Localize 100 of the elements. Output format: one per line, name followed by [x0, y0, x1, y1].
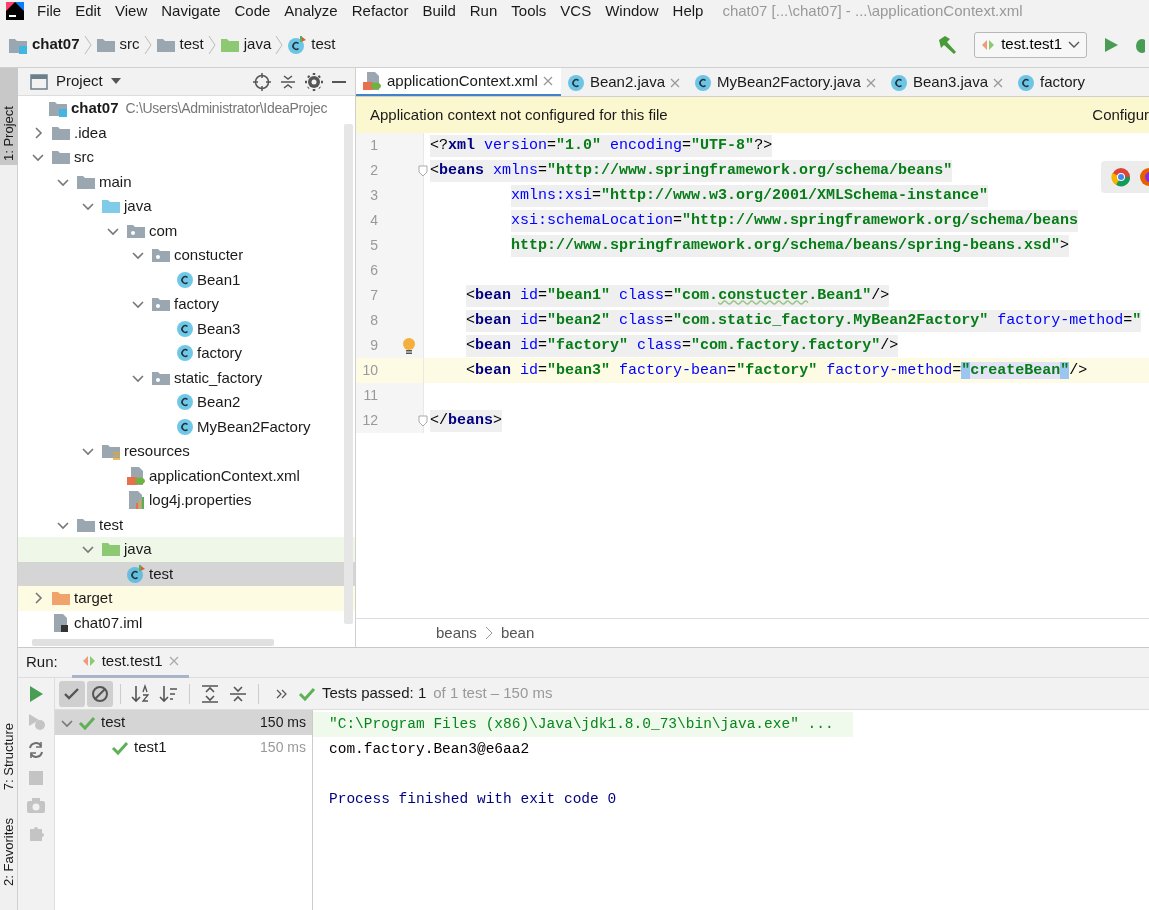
xml-file-icon	[126, 465, 146, 486]
fold-marker-icon[interactable]	[418, 164, 428, 177]
menu-item[interactable]: Code	[227, 0, 278, 22]
tree-item-label[interactable]: target	[74, 587, 113, 610]
close-icon[interactable]	[993, 77, 1003, 88]
panel-icon	[30, 73, 48, 90]
close-icon[interactable]	[670, 77, 680, 88]
tree-item-label[interactable]: static_factory	[174, 366, 263, 389]
tree-item-label[interactable]: applicationContext.xml	[149, 464, 300, 487]
browser-icon[interactable]	[1139, 167, 1149, 187]
panel-title[interactable]: Project	[56, 70, 103, 93]
tree-item-label[interactable]: java	[124, 538, 152, 561]
breadcrumb-item[interactable]: java	[219, 33, 272, 56]
menu-item[interactable]: Help	[665, 0, 711, 22]
editor-tab[interactable]: applicationContext.xml	[356, 68, 561, 96]
tree-item-label[interactable]: Bean1	[197, 268, 241, 291]
locate-target-icon[interactable]	[253, 72, 271, 91]
menu-item[interactable]: Build	[415, 0, 463, 22]
refresh-icon[interactable]	[26, 740, 46, 760]
class-icon	[176, 417, 194, 436]
chevron-right-icon[interactable]	[32, 126, 44, 139]
editor-tab[interactable]: factory	[1011, 68, 1093, 96]
menu-item[interactable]: VCS	[553, 0, 599, 22]
build-hammer-icon[interactable]	[936, 33, 959, 56]
settings-icon[interactable]	[305, 72, 323, 91]
chevron-right-icon[interactable]	[32, 592, 44, 605]
caret-icon[interactable]	[110, 77, 121, 86]
chevron-down-icon[interactable]	[82, 445, 94, 458]
breadcrumb-item[interactable]: chat07	[8, 33, 80, 56]
breadcrumb-item[interactable]: bean	[500, 621, 535, 645]
tree-item-label[interactable]: java	[124, 195, 152, 218]
tree-item-label[interactable]: Bean2	[197, 391, 241, 414]
tree-item-label[interactable]: factory	[174, 293, 219, 316]
class-icon	[889, 73, 908, 92]
tree-item-label[interactable]: log4j.properties	[149, 489, 252, 512]
resources-folder-icon	[101, 442, 121, 461]
run-icon[interactable]	[1103, 36, 1119, 53]
test-class-icon	[287, 34, 308, 55]
scrollbar[interactable]	[32, 639, 274, 646]
line-number: 10	[361, 361, 378, 380]
editor-tab[interactable]: Bean2.java	[560, 68, 688, 96]
run-configuration-dropdown[interactable]: test.test1	[974, 31, 1087, 58]
fold-marker-icon[interactable]	[418, 414, 428, 427]
run-tab[interactable]: test.test1	[71, 647, 189, 678]
chevron-down-icon[interactable]	[32, 151, 44, 164]
tool-window-tab[interactable]: 7: Structure	[0, 718, 18, 795]
tree-item-label[interactable]: .idea	[74, 121, 107, 144]
chevron-down-icon[interactable]	[82, 200, 94, 213]
more-chevrons-icon[interactable]	[276, 688, 288, 699]
ban-icon	[90, 683, 110, 704]
class-icon	[176, 344, 194, 363]
collapse-all-icon[interactable]	[279, 72, 297, 91]
class-icon	[1017, 73, 1035, 92]
lightbulb-icon[interactable]	[402, 336, 416, 355]
test-duration: 150 ms	[260, 713, 306, 732]
editor-tab[interactable]: MyBean2Factory.java	[688, 68, 884, 96]
breadcrumb-item[interactable]: src	[95, 33, 140, 56]
menu-item[interactable]: Run	[462, 0, 505, 22]
tree-item-label[interactable]: main	[99, 170, 132, 193]
menu-item[interactable]: File	[30, 0, 69, 22]
toolbar-button[interactable]	[59, 680, 85, 707]
breadcrumb-item[interactable]: test	[155, 33, 204, 56]
tool-window-tab[interactable]: 2: Favorites	[0, 814, 18, 890]
tree-item-label[interactable]: MyBean2Factory	[197, 415, 311, 438]
browser-icon[interactable]	[1111, 167, 1131, 187]
tree-item-label[interactable]: test	[99, 513, 124, 536]
separator-chevron-icon	[143, 34, 152, 55]
scrollbar[interactable]	[344, 124, 353, 624]
tree-item-label[interactable]: test	[149, 562, 174, 585]
menu-item[interactable]: Window	[598, 0, 666, 22]
tree-item-label[interactable]: Bean3	[197, 317, 241, 340]
chevron-down-icon[interactable]	[132, 298, 144, 311]
test-duration: 150 ms	[260, 738, 306, 757]
tree-item-label[interactable]: chat07	[71, 97, 119, 120]
breadcrumb-item[interactable]: beans	[436, 621, 477, 645]
menu-item[interactable]: Refactor	[344, 0, 416, 22]
tree-item-label[interactable]: chat07.iml	[74, 611, 143, 634]
close-icon[interactable]	[865, 77, 876, 88]
tool-window-tab[interactable]: 1: Project	[0, 68, 18, 165]
toolbar-button[interactable]	[87, 680, 113, 707]
class-icon	[176, 319, 194, 338]
tree-item-label[interactable]: com	[149, 219, 178, 242]
menu-item[interactable]: View	[108, 0, 155, 22]
tree-item-label[interactable]: src	[74, 146, 94, 169]
test-name[interactable]: test1	[134, 736, 167, 759]
menu-item[interactable]: Analyze	[277, 0, 345, 22]
tree-item-label[interactable]: factory	[197, 342, 242, 365]
menu-item[interactable]: Navigate	[154, 0, 228, 22]
close-icon[interactable]	[542, 76, 553, 86]
configure-link[interactable]: Configur	[1092, 103, 1149, 127]
tree-item-label[interactable]: resources	[124, 440, 190, 463]
breadcrumb-item[interactable]: test	[287, 33, 336, 56]
editor-tab[interactable]: Bean3.java	[883, 68, 1011, 96]
test-status: Tests passed: 1	[322, 683, 427, 704]
chevron-down-icon[interactable]	[132, 249, 144, 262]
chevron-down-icon[interactable]	[82, 543, 94, 556]
test-name[interactable]: test	[101, 711, 126, 734]
menu-item[interactable]: Tools	[504, 0, 554, 22]
menu-item[interactable]: Edit	[68, 0, 109, 22]
tree-item-label[interactable]: constucter	[174, 244, 244, 267]
